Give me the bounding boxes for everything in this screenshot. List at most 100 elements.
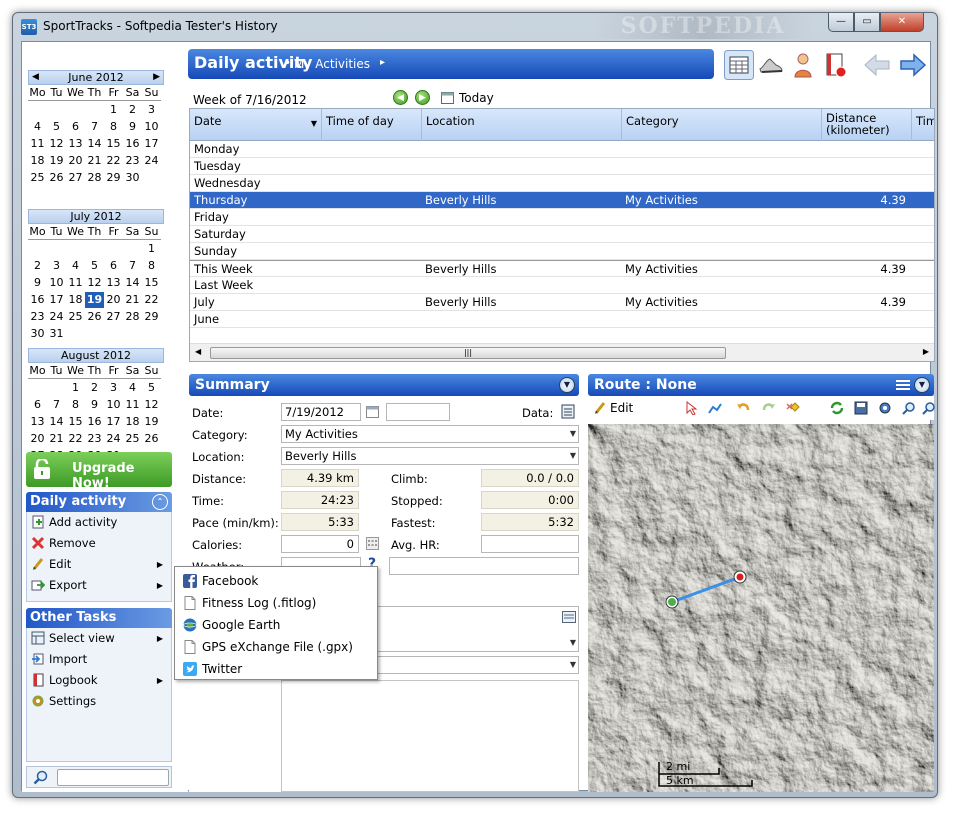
calendar-day[interactable]: 11 [123,397,142,413]
table-row[interactable]: Thursday Beverly Hills My Activities 4.39 [190,192,934,209]
calendar-day[interactable]: 5 [85,258,104,274]
map-settings-icon[interactable] [878,401,892,415]
calendar-day[interactable]: 20 [28,431,47,447]
save-icon[interactable] [854,401,868,415]
calendar-day[interactable]: 8 [66,397,85,413]
calories-field[interactable]: 0 [281,535,359,553]
calendar-day[interactable]: 22 [66,431,85,447]
calendar-day[interactable]: 13 [104,275,123,291]
calendar-day[interactable]: 5 [47,119,66,135]
logbook-icon[interactable] [820,50,850,80]
data-icon[interactable] [561,404,575,419]
task-select-view[interactable]: Select view ▶ [27,628,171,649]
draw-route-icon[interactable] [708,401,722,415]
calendar-day[interactable]: 1 [104,102,123,118]
zoom-in-icon[interactable] [902,401,916,415]
calendar-day[interactable]: 21 [47,431,66,447]
calendar-day[interactable]: 7 [85,119,104,135]
export-menu-item[interactable]: GPS eXchange File (.gpx) [175,636,377,658]
calendar-day[interactable]: 4 [28,119,47,135]
calendar-day[interactable]: 2 [28,258,47,274]
calendar-day[interactable]: 19 [142,414,161,430]
task-export[interactable]: Export ▶ [27,575,171,596]
close-button[interactable]: ✕ [880,13,924,32]
table-row[interactable]: This Week Beverly Hills My Activities 4.39 [190,260,934,277]
calendar-day[interactable]: 17 [142,136,161,152]
calendar-day[interactable]: 9 [85,397,104,413]
calendar-day[interactable]: 4 [123,380,142,396]
calendar-day[interactable]: 15 [142,275,161,291]
calendar-day[interactable]: 13 [28,414,47,430]
shoe-icon[interactable] [756,50,786,80]
calendar-day[interactable]: 19 [47,153,66,169]
calendar-day[interactable]: 4 [66,258,85,274]
next-month-icon[interactable]: ▶ [153,71,160,84]
column-distance[interactable]: Distance (kilometer) [822,109,912,141]
upgrade-now-button[interactable]: Upgrade Now! [26,452,172,491]
calendar-day[interactable]: 19 [85,292,104,308]
table-row[interactable]: Wednesday [190,175,934,192]
end-marker-icon[interactable] [733,570,747,584]
table-row[interactable]: Sunday [190,243,934,260]
climb-field[interactable]: 0.0 / 0.0 [481,469,579,487]
calendar-day[interactable]: 23 [123,153,142,169]
calendar-day[interactable]: 8 [142,258,161,274]
calendar-day[interactable]: 30 [123,170,142,186]
route-edit-button[interactable]: Edit [610,401,633,415]
search-icon[interactable] [33,770,48,785]
calendar-day[interactable]: 24 [142,153,161,169]
calendar-day[interactable]: 25 [28,170,47,186]
calendar-day[interactable]: 21 [123,292,142,308]
column-location[interactable]: Location [422,109,622,141]
calendar-day[interactable]: 5 [142,380,161,396]
today-button[interactable]: Today [459,91,494,105]
calendar-day[interactable]: 27 [104,309,123,325]
column-time[interactable]: Time [912,109,934,141]
calendar-day[interactable]: 7 [47,397,66,413]
date-picker-icon[interactable] [366,405,379,418]
table-row[interactable]: Saturday [190,226,934,243]
calendar-day[interactable]: 25 [66,309,85,325]
route-list-icon[interactable] [896,379,910,391]
scrollbar-thumb[interactable]: ||| [210,347,726,359]
calendar-day[interactable]: 24 [47,309,66,325]
other-tasks-header[interactable]: Other Tasks [26,608,172,628]
calendar-day[interactable]: 6 [104,258,123,274]
calendar-day[interactable]: 22 [142,292,161,308]
calendar-day[interactable]: 6 [28,397,47,413]
calendar-day[interactable]: 13 [66,136,85,152]
breadcrumb-my-activities[interactable]: My Activities [294,57,370,71]
calendar-day[interactable]: 6 [66,119,85,135]
scroll-right-icon[interactable]: ▶ [923,347,929,356]
start-marker-icon[interactable] [665,595,679,609]
back-arrow-icon[interactable] [862,50,892,80]
horizontal-scrollbar[interactable]: ◀ ||| ▶ [190,343,934,361]
fastest-field[interactable]: 5:32 [481,513,579,531]
calendar-day[interactable]: 14 [47,414,66,430]
calendar-day[interactable]: 27 [66,170,85,186]
export-menu-item[interactable]: Facebook [175,570,377,592]
calendar-day[interactable]: 29 [104,170,123,186]
calendar-day[interactable]: 17 [104,414,123,430]
calendar-day[interactable]: 16 [28,292,47,308]
distance-field[interactable]: 4.39 km [281,469,359,487]
list-icon[interactable] [562,611,576,623]
prev-month-icon[interactable]: ◀ [32,71,39,84]
calendar-day[interactable]: 16 [123,136,142,152]
calendar-icon[interactable] [441,91,454,104]
title-bar[interactable]: ST3 SportTracks - Softpedia Tester's His… [13,13,937,41]
calendar-day[interactable]: 26 [142,431,161,447]
task-remove[interactable]: Remove [27,533,171,554]
calendar-day[interactable]: 17 [47,292,66,308]
calendar-day[interactable]: 2 [85,380,104,396]
table-row[interactable]: July Beverly Hills My Activities 4.39 [190,294,934,311]
calendar-day[interactable]: 18 [66,292,85,308]
calendar-day[interactable]: 3 [142,102,161,118]
column-date[interactable]: Date ▼ [190,109,322,141]
calendar-day[interactable]: 8 [104,119,123,135]
task-logbook[interactable]: Logbook ▶ [27,670,171,691]
delete-point-icon[interactable] [786,401,800,415]
table-row[interactable]: Last Week [190,277,934,294]
collapse-icon[interactable]: ⌃ [152,494,168,510]
next-week-button[interactable]: ▶ [415,90,430,105]
